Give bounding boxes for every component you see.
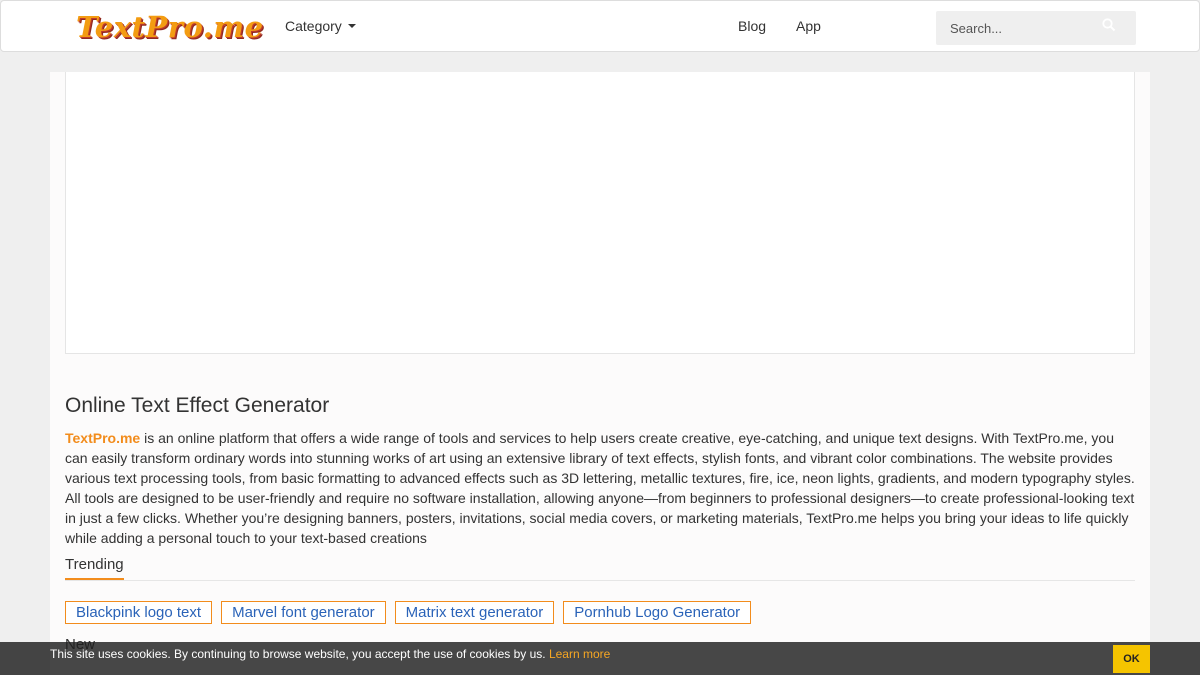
- site-description: TextPro.me is an online platform that of…: [65, 428, 1137, 548]
- tag-marvel-font[interactable]: Marvel font generator: [221, 601, 386, 624]
- nav-link-app[interactable]: App: [796, 18, 821, 34]
- description-text: is an online platform that offers a wide…: [65, 430, 1135, 546]
- cookie-ok-button[interactable]: OK: [1113, 645, 1150, 673]
- search-icon[interactable]: [1102, 18, 1118, 34]
- brand-link[interactable]: TextPro.me: [65, 430, 140, 446]
- site-logo[interactable]: TextPro.me: [76, 7, 264, 47]
- section-divider: [65, 580, 1135, 581]
- category-label: Category: [285, 18, 342, 34]
- ad-placeholder: [65, 72, 1135, 354]
- tag-blackpink-logo[interactable]: Blackpink logo text: [65, 601, 213, 624]
- main-container: Online Text Effect Generator TextPro.me …: [50, 72, 1150, 675]
- page-title: Online Text Effect Generator: [65, 394, 330, 417]
- cookie-text: This site uses cookies. By continuing to…: [50, 647, 549, 661]
- logo-text: TextPro.me: [76, 10, 264, 44]
- nav-link-blog[interactable]: Blog: [738, 18, 766, 34]
- search-box: [936, 11, 1136, 45]
- cookie-message: This site uses cookies. By continuing to…: [50, 647, 610, 661]
- learn-more-link[interactable]: Learn more: [549, 647, 610, 661]
- tag-matrix-text[interactable]: Matrix text generator: [394, 601, 555, 624]
- tag-pornhub-logo[interactable]: Pornhub Logo Generator: [563, 601, 752, 624]
- caret-down-icon: [347, 24, 356, 28]
- category-dropdown[interactable]: Category: [285, 18, 356, 34]
- trending-heading: Trending: [65, 556, 124, 580]
- search-input[interactable]: [936, 11, 1096, 45]
- cookie-banner: This site uses cookies. By continuing to…: [0, 642, 1200, 675]
- top-navbar: TextPro.me Category Blog App: [0, 0, 1200, 52]
- trending-tags: Blackpink logo text Marvel font generato…: [65, 601, 752, 624]
